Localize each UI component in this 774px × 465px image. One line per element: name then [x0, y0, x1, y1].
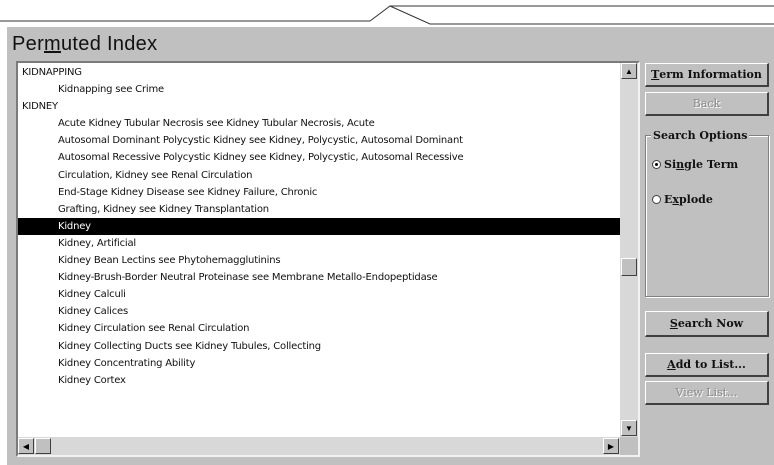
- list-item[interactable]: Kidney-Brush-Border Neutral Proteinase s…: [18, 269, 620, 286]
- radio-on-icon: [652, 160, 661, 169]
- page-title: Permuted Index: [12, 33, 158, 55]
- list-item[interactable]: Kidney Circulation see Renal Circulation: [18, 320, 620, 337]
- list-item[interactable]: Kidnapping see Crime: [18, 81, 620, 98]
- horizontal-scrollbar[interactable]: ◀ ▶: [18, 437, 620, 455]
- scroll-down-button[interactable]: ▼: [621, 420, 637, 436]
- list-item[interactable]: Acute Kidney Tubular Necrosis see Kidney…: [18, 115, 620, 132]
- list-item[interactable]: Kidney Calices: [18, 303, 620, 320]
- permuted-index-list[interactable]: KIDNAPPING Kidnapping see Crime KIDNEY Acut…: [16, 61, 640, 457]
- add-to-list-button[interactable]: Add to List...: [645, 353, 769, 377]
- explode-radio[interactable]: Explode: [652, 193, 713, 206]
- triangle-left-icon: ◀: [22, 441, 30, 451]
- list-item[interactable]: End-Stage Kidney Disease see Kidney Fail…: [18, 184, 620, 201]
- list-rows: KIDNAPPING Kidnapping see Crime KIDNEY Acut…: [18, 64, 620, 437]
- scroll-left-button[interactable]: ◀: [18, 438, 34, 454]
- triangle-right-icon: ▶: [607, 441, 615, 451]
- vertical-scrollbar[interactable]: ▲ ▼: [620, 63, 638, 437]
- list-item[interactable]: Kidney Cortex: [18, 372, 620, 389]
- scroll-corner: [620, 437, 638, 455]
- search-now-button[interactable]: Search Now: [645, 311, 769, 337]
- scroll-right-button[interactable]: ▶: [603, 438, 619, 454]
- triangle-up-icon: ▲: [625, 66, 633, 76]
- list-item[interactable]: KIDNEY: [18, 98, 620, 115]
- list-item[interactable]: Kidney Concentrating Ability: [18, 355, 620, 372]
- list-item[interactable]: Kidney, Artificial: [18, 235, 620, 252]
- term-information-button[interactable]: Term Information: [645, 63, 769, 87]
- list-item[interactable]: Kidney Collecting Ducts see Kidney Tubul…: [18, 338, 620, 355]
- list-item[interactable]: Circulation, Kidney see Renal Circulatio…: [18, 167, 620, 184]
- list-item[interactable]: Grafting, Kidney see Kidney Transplantat…: [18, 201, 620, 218]
- radio-off-icon: [652, 195, 661, 204]
- list-item[interactable]: Kidney Calculi: [18, 286, 620, 303]
- back-button[interactable]: Back: [645, 92, 769, 116]
- view-list-button[interactable]: View List...: [645, 381, 769, 405]
- list-item[interactable]: KIDNAPPING: [18, 64, 620, 81]
- scroll-up-button[interactable]: ▲: [621, 63, 637, 79]
- triangle-down-icon: ▼: [625, 423, 633, 433]
- list-item[interactable]: Autosomal Dominant Polycystic Kidney see…: [18, 132, 620, 149]
- horizontal-scroll-thumb[interactable]: [35, 438, 51, 454]
- list-item-selected[interactable]: Kidney: [18, 217, 620, 235]
- single-term-radio[interactable]: Single Term: [652, 158, 738, 171]
- list-item[interactable]: Kidney Bean Lectins see Phytohemagglutin…: [18, 252, 620, 269]
- search-options-label: Search Options: [651, 129, 750, 142]
- list-item[interactable]: Autosomal Recessive Polycystic Kidney se…: [18, 149, 620, 166]
- vertical-scroll-thumb[interactable]: [621, 258, 637, 276]
